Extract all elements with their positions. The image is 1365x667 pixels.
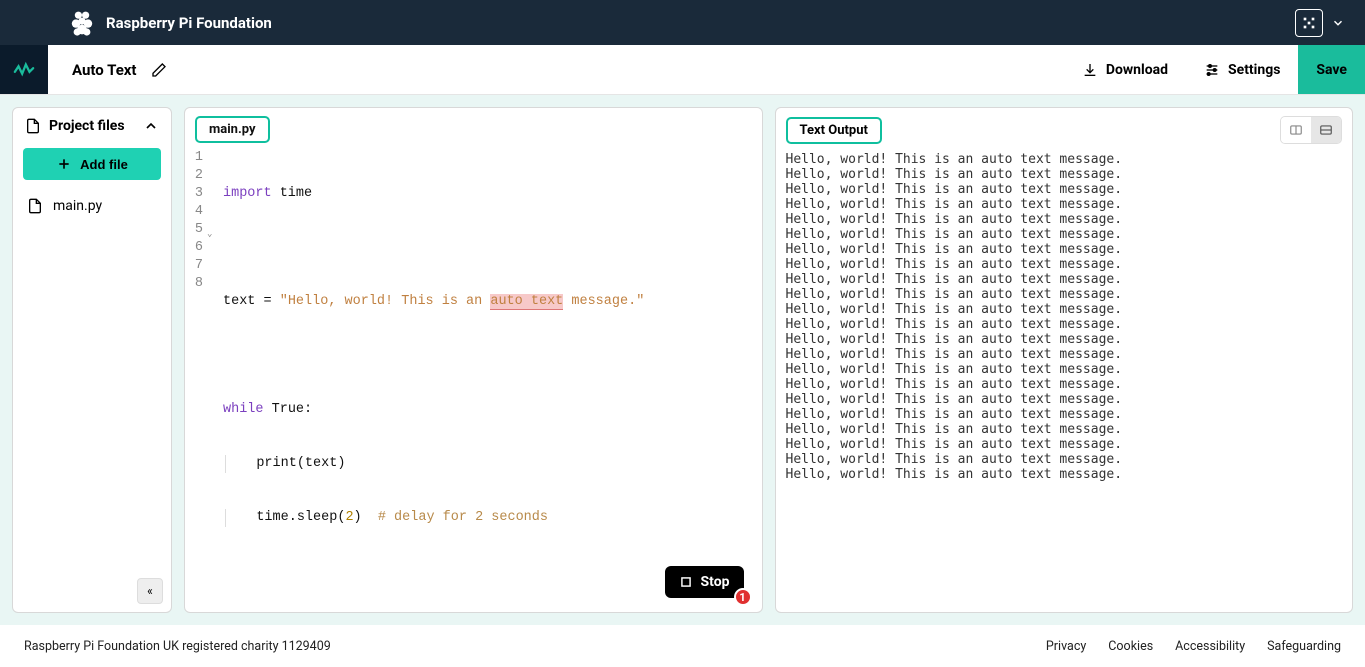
editor-tab-label: main.py (209, 122, 256, 137)
file-name: main.py (53, 198, 102, 214)
output-text[interactable]: Hello, world! This is an auto text messa… (776, 148, 1353, 612)
rows-icon (1319, 123, 1333, 137)
footer-link-cookies[interactable]: Cookies (1108, 639, 1153, 654)
output-tab-label: Text Output (800, 123, 868, 138)
save-label: Save (1316, 62, 1347, 78)
top-header: Raspberry Pi Foundation (0, 0, 1365, 45)
footer-link-accessibility[interactable]: Accessibility (1175, 639, 1245, 654)
code-content[interactable]: import time text = "Hello, world! This i… (221, 149, 762, 613)
brand-title: Raspberry Pi Foundation (106, 14, 272, 32)
left-rail-logo[interactable] (0, 45, 48, 94)
stop-button[interactable]: Stop (665, 566, 744, 598)
sidebar-header[interactable]: Project files (13, 108, 171, 144)
settings-button[interactable]: Settings (1186, 45, 1298, 94)
brand: Raspberry Pi Foundation (0, 0, 272, 45)
fold-marker-icon[interactable]: ⌄ (207, 225, 212, 243)
save-button[interactable]: Save (1298, 45, 1365, 94)
main-area: Project files Add file main.py « main.py… (0, 95, 1365, 625)
split-view-button[interactable] (1281, 117, 1311, 143)
file-icon (25, 118, 41, 134)
columns-icon (1289, 123, 1303, 137)
output-panel: Text Output Hello, world! This is an aut… (775, 107, 1354, 613)
file-item-main[interactable]: main.py (13, 188, 171, 224)
add-file-label: Add file (80, 157, 128, 172)
plus-icon (56, 156, 72, 172)
chevron-down-icon (1331, 16, 1345, 30)
editor-tab-strip: main.py (185, 108, 762, 143)
edit-title-icon[interactable] (151, 62, 167, 78)
code-editor[interactable]: 1 2 3 4 5 6 7 8 ⌄ import time text = "He… (185, 143, 762, 613)
footer-link-privacy[interactable]: Privacy (1046, 639, 1086, 654)
download-icon (1082, 62, 1098, 78)
file-icon (27, 198, 43, 214)
project-title: Auto Text (72, 61, 167, 79)
output-header: Text Output (776, 108, 1353, 148)
stop-badge: 1 (734, 588, 752, 606)
sidebar: Project files Add file main.py « (12, 107, 172, 613)
sliders-icon (1204, 62, 1220, 78)
collapse-glyph: « (147, 584, 153, 598)
footer-link-safeguarding[interactable]: Safeguarding (1267, 639, 1341, 654)
settings-label: Settings (1228, 62, 1280, 78)
account-menu[interactable] (1295, 9, 1345, 37)
raspberry-pi-logo-icon (70, 8, 94, 38)
download-label: Download (1106, 62, 1168, 78)
tab-view-button[interactable] (1311, 117, 1341, 143)
stop-label: Stop (701, 574, 730, 590)
footer: Raspberry Pi Foundation UK registered ch… (0, 625, 1365, 667)
editor-panel: main.py 1 2 3 4 5 6 7 8 ⌄ import time te… (184, 107, 763, 613)
editor-tab-main[interactable]: main.py (195, 116, 270, 143)
project-title-text: Auto Text (72, 61, 137, 79)
chevron-up-icon (143, 118, 159, 134)
code-editor-logo-icon (13, 59, 35, 81)
output-tab[interactable]: Text Output (786, 117, 882, 144)
account-avatar-icon (1295, 9, 1323, 37)
stop-icon (679, 575, 693, 589)
download-button[interactable]: Download (1064, 45, 1186, 94)
collapse-sidebar-button[interactable]: « (137, 578, 163, 604)
footer-charity: Raspberry Pi Foundation UK registered ch… (24, 639, 331, 654)
sidebar-title: Project files (49, 118, 125, 134)
fold-column: ⌄ (209, 149, 221, 613)
toolbar: Auto Text Download Settings Save (0, 45, 1365, 95)
line-gutter: 1 2 3 4 5 6 7 8 (185, 149, 209, 613)
add-file-button[interactable]: Add file (23, 148, 161, 180)
output-view-toggle (1280, 116, 1342, 144)
